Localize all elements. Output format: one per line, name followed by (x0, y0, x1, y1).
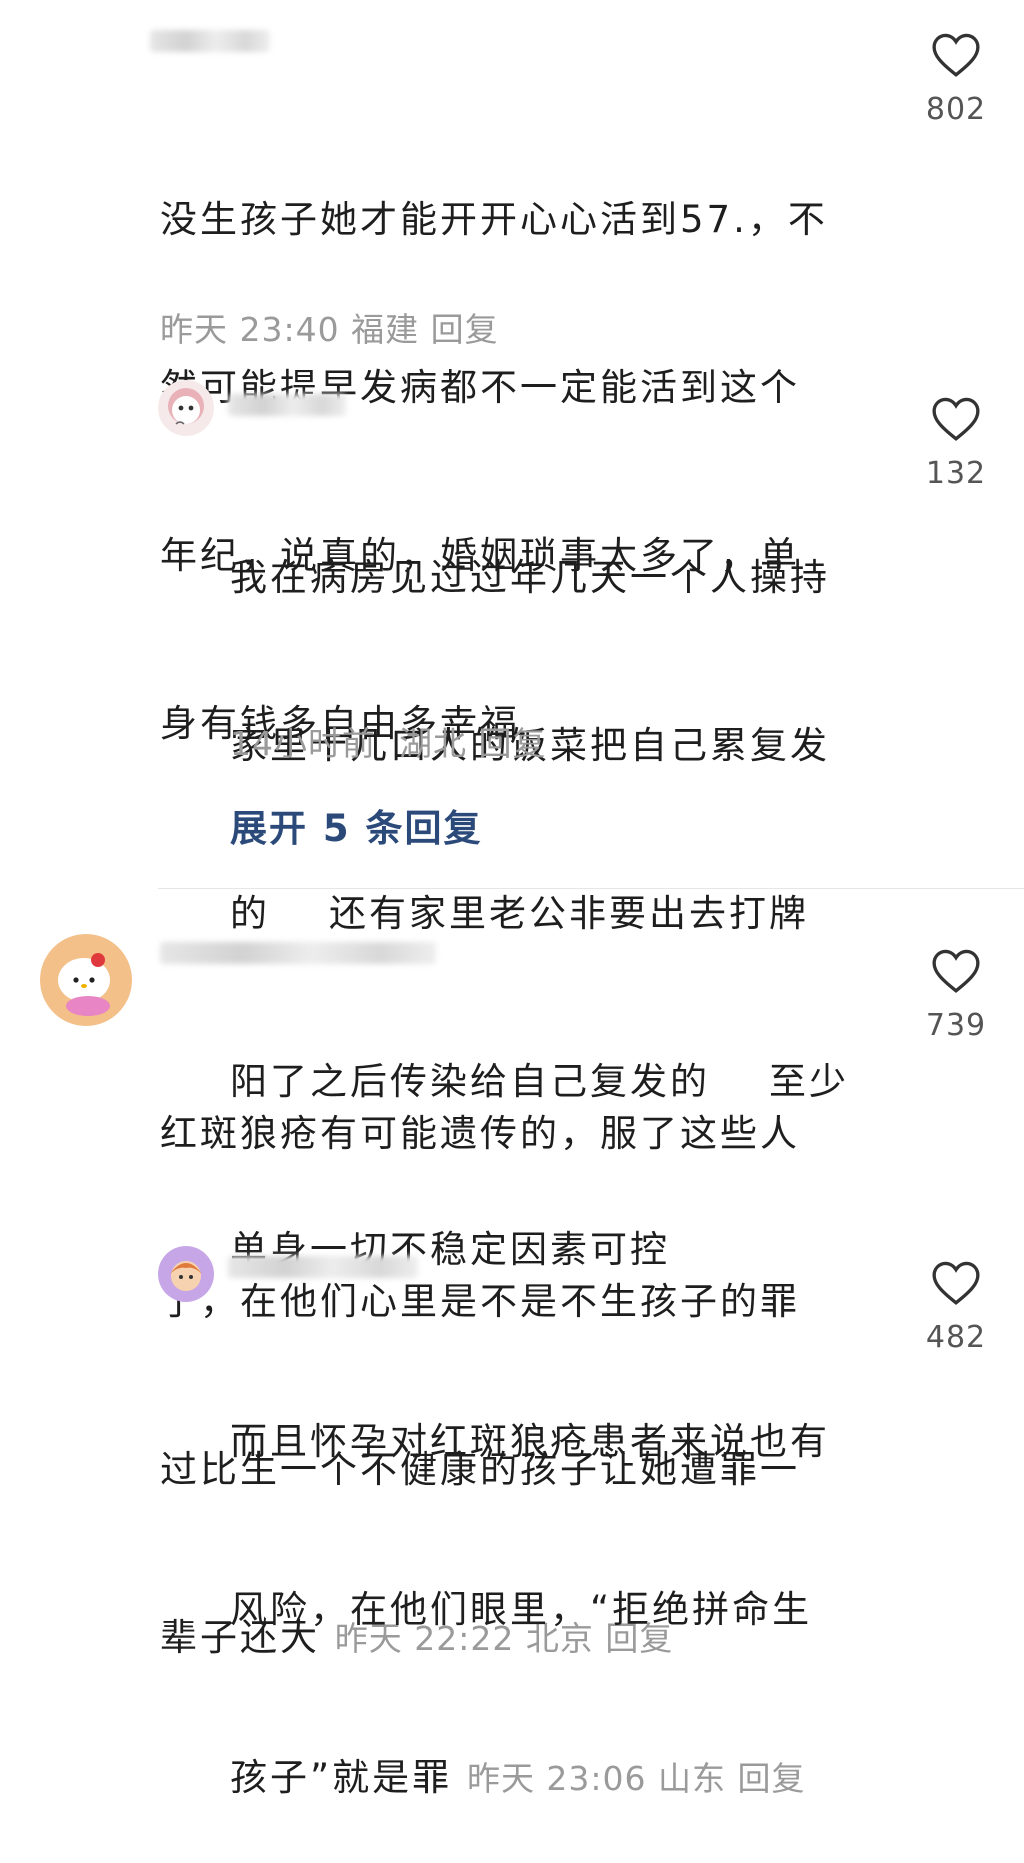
expand-replies-link[interactable]: 展开 5 条回复 (230, 798, 483, 852)
like-count: 132 (925, 456, 987, 491)
username-blurred[interactable] (228, 1256, 418, 1278)
heart-icon (932, 397, 980, 441)
username-blurred[interactable] (228, 394, 346, 416)
avatar[interactable] (158, 380, 214, 436)
username-blurred[interactable] (150, 30, 270, 52)
avatar[interactable] (40, 934, 132, 1026)
reply-meta[interactable]: 昨天 23:06 山东 回复 (467, 1759, 806, 1798)
username-blurred[interactable] (160, 942, 436, 964)
reply-meta[interactable]: 14小时前 湖北 回复 (230, 722, 546, 766)
like-count: 739 (925, 1008, 987, 1043)
like-button[interactable]: 802 (924, 32, 988, 127)
heart-icon (932, 949, 980, 993)
divider (158, 888, 1024, 889)
like-button[interactable]: 739 (924, 948, 988, 1043)
like-button[interactable]: 132 (924, 396, 988, 491)
comment-meta[interactable]: 昨天 23:40 福建 回复 (160, 308, 499, 352)
reply-text: 而且怀孕对红斑狼疮患者来说也有 风险，在他们眼里，“拒绝拼命生 孩子”就是罪 昨… (230, 1420, 830, 1799)
like-button[interactable]: 482 (924, 1260, 988, 1355)
heart-icon (932, 33, 980, 77)
avatar[interactable] (158, 1246, 214, 1302)
like-count: 802 (925, 92, 987, 127)
like-count: 482 (925, 1320, 987, 1355)
heart-icon (932, 1261, 980, 1305)
